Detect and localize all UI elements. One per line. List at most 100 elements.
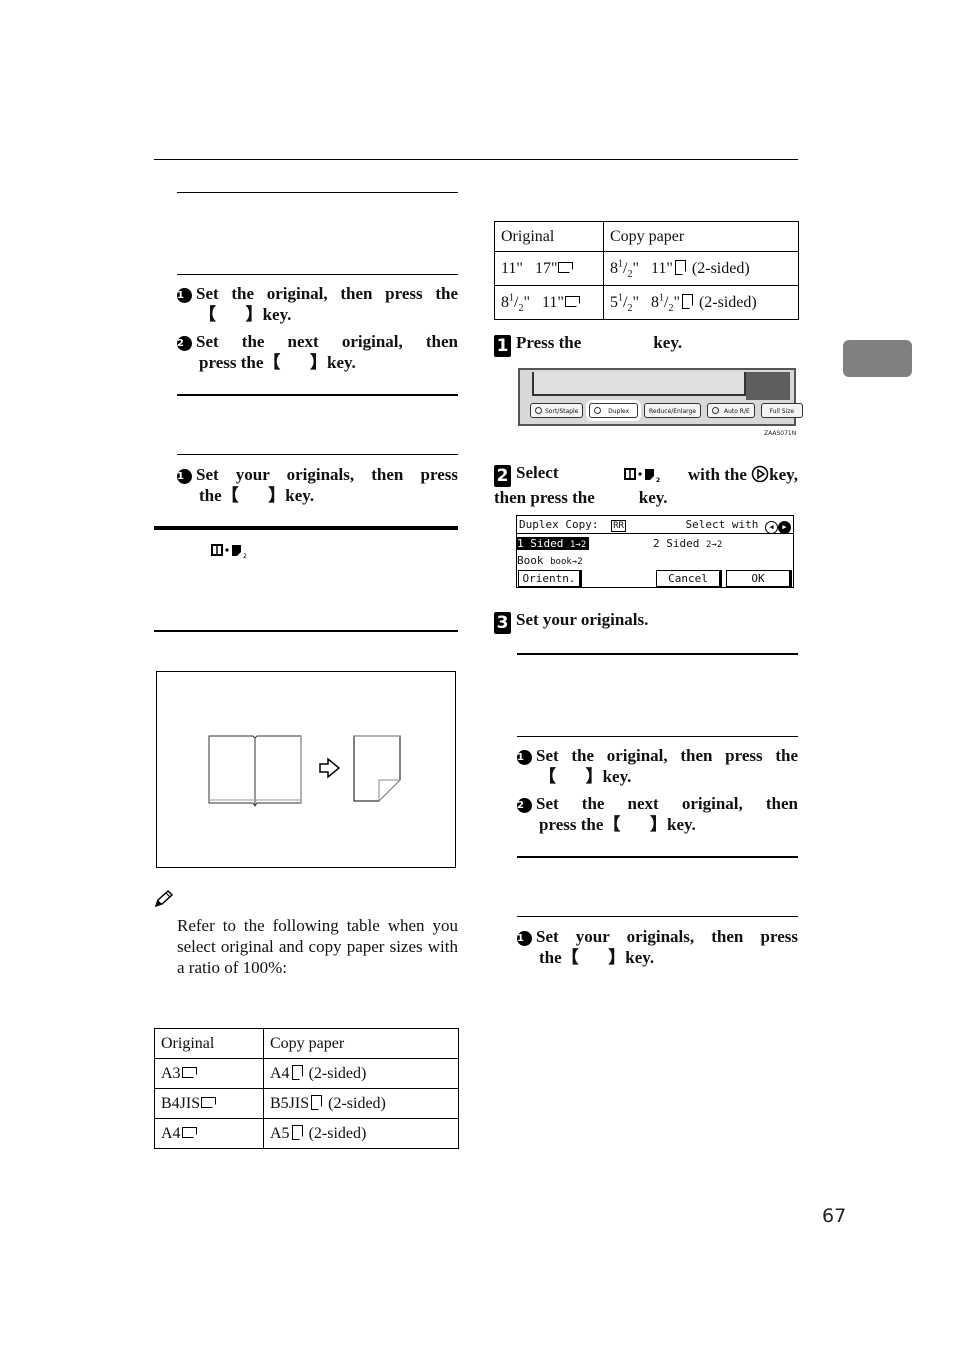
left-substep-2: 2 Set the next original, then press the【 …	[177, 332, 458, 373]
right-substep-1: 1 Set the original, then press the 【 】key…	[517, 746, 798, 787]
cancel-button[interactable]: Cancel	[656, 570, 722, 587]
sort-staple-key[interactable]: Sort/Staple	[530, 403, 584, 418]
full-size-key[interactable]: Full Size	[760, 403, 803, 418]
section-rule	[154, 630, 458, 632]
table-row: A4 A5 (2-sided)	[154, 1118, 459, 1149]
table-header: Original	[154, 1028, 264, 1059]
step-number-badge: 2	[494, 465, 511, 487]
step-3: 3 Set your originals.	[494, 609, 798, 634]
heading-rule-thick	[154, 526, 458, 530]
duplex-key[interactable]: Duplex	[589, 403, 639, 418]
portrait-paper-icon	[311, 1094, 324, 1111]
1-to-2-sided-icon: 1→2	[569, 540, 587, 550]
key-bracket: 【 】	[561, 948, 626, 968]
circled-number: 1	[177, 469, 192, 484]
table-cell: 81/2" 11" (2-sided)	[603, 251, 799, 286]
ok-button[interactable]: OK	[726, 570, 792, 587]
table-row: A3 A4 (2-sided)	[154, 1058, 459, 1089]
table-row: 11" 17" 81/2" 11" (2-sided)	[494, 251, 799, 286]
table-cell: A4	[154, 1118, 264, 1149]
portrait-paper-icon	[291, 1124, 304, 1141]
portrait-paper-icon	[681, 293, 694, 310]
table-cell: B5JIS (2-sided)	[263, 1088, 459, 1119]
table-header: Original	[494, 221, 604, 252]
lcd-hint: Select with ◀ ▶	[686, 516, 791, 534]
section-rule	[177, 394, 458, 396]
section-rule	[177, 274, 458, 275]
led-indicator-icon	[594, 407, 602, 414]
lcd-option-book[interactable]: Book book→2	[517, 552, 583, 569]
book-to-2-sided-icon: book→2	[550, 557, 583, 567]
table-cell: 51/2" 81/2" (2-sided)	[603, 285, 799, 320]
lcd-option-1-sided[interactable]: 1 Sided 1→2	[517, 535, 590, 552]
panel-keys: Sort/Staple Duplex Reduce/Enlarge Auto R…	[530, 403, 803, 418]
section-rule	[517, 856, 798, 858]
portrait-paper-icon	[291, 1064, 304, 1081]
reduce-enlarge-key[interactable]: Reduce/Enlarge	[644, 403, 702, 418]
key-bracket: 【 】	[539, 767, 603, 787]
control-panel-illustration: Sort/Staple Duplex Reduce/Enlarge Auto R…	[518, 368, 803, 426]
led-indicator-icon	[712, 407, 720, 414]
arrow-right-icon	[319, 757, 341, 779]
book-to-page-diagram	[156, 671, 456, 868]
section-rule	[517, 916, 798, 917]
book-to-2-sided-icon: 2	[211, 544, 247, 559]
landscape-paper-icon	[181, 1066, 198, 1079]
paper-size-table-inch: Original Copy paper 11" 17" 81/2" 11" (2…	[494, 221, 799, 320]
landscape-paper-icon	[201, 1096, 218, 1109]
circled-number: 2	[177, 336, 192, 351]
orientation-button[interactable]: Orientn.	[518, 570, 582, 587]
note-text: Refer to the following table when you se…	[177, 916, 458, 977]
auto-re-key[interactable]: Auto R/E	[707, 403, 755, 418]
table-header-row: Original Copy paper	[494, 221, 799, 252]
led-indicator-icon	[535, 407, 542, 414]
open-book-icon	[208, 735, 302, 807]
right-substep-b1: 1 Set your originals, then press the【 】ke…	[517, 927, 798, 968]
landscape-paper-icon	[564, 295, 581, 308]
table-cell: A5 (2-sided)	[263, 1118, 459, 1149]
page-number: 67	[822, 1205, 847, 1227]
table-cell: 11" 17"	[494, 251, 604, 286]
section-rule	[517, 653, 798, 655]
key-bracket: 【 】	[221, 486, 286, 506]
circled-number: 1	[517, 931, 532, 946]
key-bracket: 【 】	[199, 305, 263, 325]
landscape-paper-icon	[558, 261, 575, 274]
step-number-badge: 3	[494, 612, 511, 634]
table-cell: 81/2" 11"	[494, 285, 604, 320]
book-to-2-sided-icon: 2	[624, 467, 660, 483]
section-rule	[177, 192, 458, 193]
step-number-badge: 1	[494, 335, 511, 357]
step-1: 1 Press the key.	[494, 332, 798, 357]
chapter-thumb-tab	[843, 340, 912, 377]
panel-dark-area	[746, 372, 790, 400]
section-rule	[177, 454, 458, 455]
right-substep-2: 2 Set the next original, then press the【 …	[517, 794, 798, 835]
landscape-paper-icon	[181, 1126, 198, 1139]
paper-size-table-metric: Original Copy paper A3 A4 (2-sided) B4JI…	[154, 1028, 459, 1149]
circled-number: 1	[517, 750, 532, 765]
table-header-row: Original Copy paper	[154, 1028, 459, 1059]
header-rule	[154, 159, 798, 160]
figure-code: ZAAS071N	[764, 430, 797, 437]
2-to-2-sided-icon: 2→2	[705, 540, 723, 550]
svg-text:2: 2	[243, 553, 247, 559]
duplex-lcd-screen: Duplex Copy: RR Select with ◀ ▶ 1 Sided 1…	[516, 515, 794, 588]
key-bracket: 【 】	[263, 353, 327, 373]
pencil-icon	[154, 890, 174, 908]
page-folded-corner-icon	[353, 735, 402, 803]
section-rule	[517, 736, 798, 737]
circled-number: 2	[517, 798, 532, 813]
key-bracket: 【 】	[603, 815, 667, 835]
table-row: B4JIS B5JIS (2-sided)	[154, 1088, 459, 1119]
portrait-paper-icon	[674, 259, 687, 276]
table-cell: B4JIS	[154, 1088, 264, 1119]
lcd-title-row: Duplex Copy: RR	[519, 518, 626, 532]
lcd-divider	[517, 533, 793, 534]
left-substep-1: 1 Set the original, then press the 【 】key…	[177, 284, 458, 325]
lcd-option-2-sided[interactable]: 2 Sided 2→2	[653, 535, 722, 552]
step-2: 2 Select 2 with the key, then press the ke…	[494, 463, 798, 507]
book-diagram-svg	[208, 735, 402, 807]
table-cell: A4 (2-sided)	[263, 1058, 459, 1089]
left-substep-b1: 1 Set your originals, then press the【 】ke…	[177, 465, 458, 506]
